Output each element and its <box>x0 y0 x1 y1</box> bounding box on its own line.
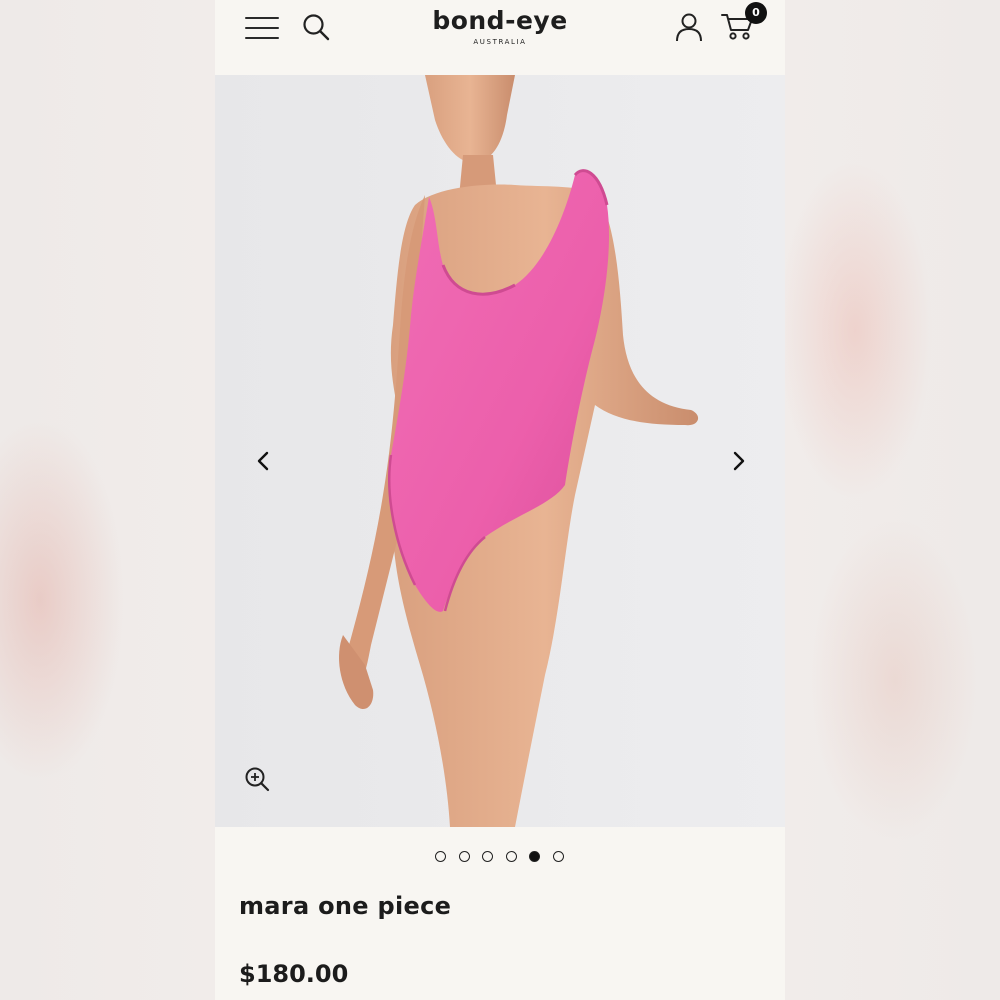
product-photo <box>215 75 785 827</box>
blurred-background-left <box>0 0 215 1000</box>
account-button[interactable] <box>675 12 703 42</box>
menu-icon-line-middle <box>245 27 279 29</box>
site-header: bond-eye AUSTRALIA 0 <box>215 0 785 75</box>
zoom-button[interactable] <box>243 765 271 793</box>
gallery-pagination <box>215 851 785 865</box>
menu-button[interactable] <box>245 15 279 41</box>
user-icon <box>676 13 702 42</box>
gallery-dot-2[interactable] <box>458 851 470 862</box>
cart-count-badge: 0 <box>745 2 767 24</box>
zoom-in-icon <box>245 767 270 792</box>
gallery-dot-1[interactable] <box>435 851 446 862</box>
product-price: $180.00 <box>239 960 349 988</box>
brand-logo[interactable]: bond-eye AUSTRALIA <box>405 6 595 46</box>
product-image-gallery[interactable] <box>215 75 785 827</box>
menu-icon-line-bottom <box>245 37 279 39</box>
search-icon <box>303 14 330 41</box>
mobile-product-page: bond-eye AUSTRALIA 0 mara one piece $180… <box>215 0 785 1000</box>
gallery-dot-3[interactable] <box>482 851 493 862</box>
chevron-right-icon <box>733 451 745 471</box>
previous-image-button[interactable] <box>251 448 277 474</box>
logo-subtitle: AUSTRALIA <box>473 38 527 46</box>
gallery-dot-5[interactable] <box>529 851 540 862</box>
chevron-left-icon <box>257 451 269 471</box>
next-image-button[interactable] <box>725 448 751 474</box>
search-button[interactable] <box>301 12 331 42</box>
gallery-dot-4[interactable] <box>505 851 517 862</box>
menu-icon-line-top <box>245 17 279 19</box>
logo-wordmark: bond-eye <box>432 6 568 35</box>
blurred-background-right <box>785 0 1000 1000</box>
gallery-dot-6[interactable] <box>552 851 564 862</box>
product-title: mara one piece <box>239 892 452 920</box>
